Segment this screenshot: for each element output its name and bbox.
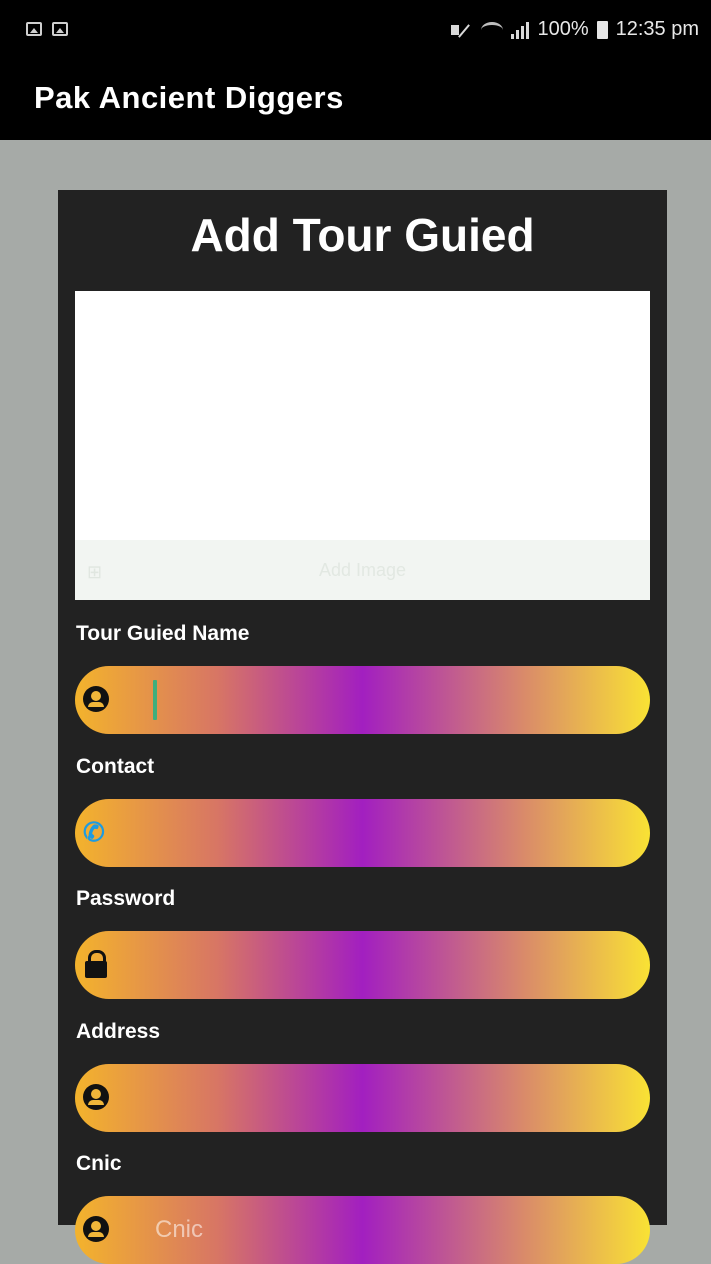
clock: 12:35 pm <box>615 18 699 40</box>
cnic-label: Cnic <box>76 1152 122 1175</box>
app-title: Pak Ancient Diggers <box>34 80 344 115</box>
screenshot-icon <box>52 22 68 36</box>
add-image-label: Add Image <box>318 560 407 580</box>
status-bar: 100% 12:35 pm <box>0 0 711 60</box>
lock-icon <box>83 949 113 979</box>
gallery-icon <box>26 22 42 36</box>
image-picker[interactable]: ⊞ Add Image <box>75 291 650 600</box>
tour-guide-name-input[interactable] <box>75 666 650 734</box>
add-image-bar[interactable]: ⊞ Add Image <box>75 540 650 600</box>
contact-input[interactable]: ✆ <box>75 799 650 867</box>
address-input[interactable] <box>75 1064 650 1132</box>
password-input[interactable] <box>75 931 650 999</box>
cnic-placeholder: Cnic <box>155 1216 204 1243</box>
wifi-icon <box>481 21 504 38</box>
mute-icon <box>451 21 473 39</box>
tour-guide-name-label: Tour Guied Name <box>76 622 250 645</box>
contact-label: Contact <box>76 755 155 778</box>
form-title: Add Tour Guied <box>190 209 535 261</box>
battery-icon <box>596 20 608 39</box>
status-left-icons <box>26 22 68 36</box>
person-pin-icon <box>83 1082 113 1112</box>
battery-percent: 100% <box>537 18 589 40</box>
person-icon <box>83 1214 113 1244</box>
address-label: Address <box>76 1020 161 1043</box>
app-bar: Pak Ancient Diggers <box>0 60 711 140</box>
status-right: 100% 12:35 pm <box>451 18 699 41</box>
person-icon <box>83 684 113 714</box>
password-label: Password <box>76 887 176 910</box>
cnic-input[interactable]: Cnic <box>75 1196 650 1264</box>
signal-icon <box>511 21 530 39</box>
phone-add-icon: ✆ <box>83 817 105 847</box>
add-tour-guide-form: Add Tour Guied ⊞ Add Image Tour Guied Na… <box>58 190 667 1264</box>
text-cursor <box>153 680 157 720</box>
